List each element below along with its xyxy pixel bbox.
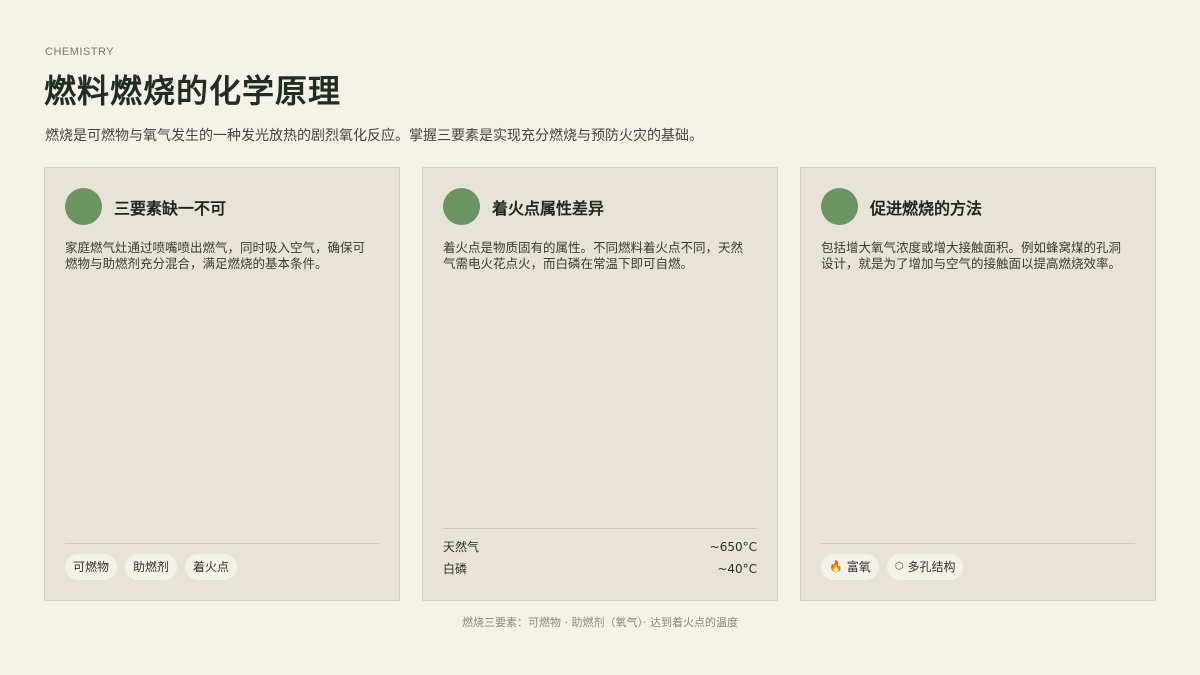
circle-icon <box>821 188 858 225</box>
tag-oxidizer: 助燃剂 <box>125 554 178 580</box>
card-header: 着火点属性差异 <box>443 188 604 225</box>
card-three-elements: 三要素缺一不可 家庭燃气灶通过喷嘴喷出燃气，同时吸入空气，确保可燃物与助燃剂充分… <box>44 167 400 601</box>
card-divider <box>65 543 379 544</box>
row-value: ~650°C <box>709 540 757 554</box>
card-body: 包括增大氧气浓度或增大接触面积。例如蜂窝煤的孔洞设计，就是为了增加与空气的接触面… <box>821 240 1122 271</box>
circle-icon <box>443 188 480 225</box>
tag-label: 富氧 <box>846 560 871 574</box>
tag-list: 🔥 富氧 ⬡ 多孔结构 <box>821 554 964 580</box>
card-body: 家庭燃气灶通过喷嘴喷出燃气，同时吸入空气，确保可燃物与助燃剂充分混合，满足燃烧的… <box>65 240 366 271</box>
tag-list: 可燃物 助燃剂 着火点 <box>65 554 238 580</box>
tag-label: 多孔结构 <box>907 560 956 574</box>
card-header: 三要素缺一不可 <box>65 188 226 225</box>
tag-oxygen-rich: 🔥 富氧 <box>821 554 879 580</box>
card-title: 三要素缺一不可 <box>114 198 227 218</box>
card-promote-combustion: 促进燃烧的方法 包括增大氧气浓度或增大接触面积。例如蜂窝煤的孔洞设计，就是为了增… <box>800 167 1156 601</box>
table-row: 白磷 ~40°C <box>443 558 757 580</box>
tag-ignition-point: 着火点 <box>185 554 238 580</box>
row-value: ~40°C <box>717 562 757 576</box>
card-title: 着火点属性差异 <box>492 198 605 218</box>
footer-note: 燃烧三要素：可燃物 · 助燃剂（氧气）· 达到着火点的温度 <box>462 616 738 629</box>
card-body: 着火点是物质固有的属性。不同燃料着火点不同，天然气需电火花点火，而白磷在常温下即… <box>443 240 744 271</box>
hexagon-icon: ⬡ <box>894 561 904 572</box>
row-label: 白磷 <box>443 562 468 576</box>
card-title: 促进燃烧的方法 <box>870 198 983 218</box>
card-divider <box>821 543 1135 544</box>
tag-porous-structure: ⬡ 多孔结构 <box>886 554 964 580</box>
card-header: 促进燃烧的方法 <box>821 188 982 225</box>
page-title: 燃料燃烧的化学原理 <box>44 72 342 110</box>
card-ignition-difference: 着火点属性差异 着火点是物质固有的属性。不同燃料着火点不同，天然气需电火花点火，… <box>422 167 778 601</box>
eyebrow-label: CHEMISTRY <box>45 46 115 58</box>
flame-icon: 🔥 <box>829 560 843 573</box>
ignition-table: 天然气 ~650°C 白磷 ~40°C <box>443 536 757 580</box>
tag-combustible: 可燃物 <box>65 554 118 580</box>
row-label: 天然气 <box>443 540 480 554</box>
circle-icon <box>65 188 102 225</box>
page-subtitle: 燃烧是可燃物与氧气发生的一种发光放热的剧烈氧化反应。掌握三要素是实现充分燃烧与预… <box>45 128 703 144</box>
card-grid: 三要素缺一不可 家庭燃气灶通过喷嘴喷出燃气，同时吸入空气，确保可燃物与助燃剂充分… <box>44 167 1156 601</box>
table-row: 天然气 ~650°C <box>443 536 757 558</box>
card-divider <box>443 528 757 529</box>
